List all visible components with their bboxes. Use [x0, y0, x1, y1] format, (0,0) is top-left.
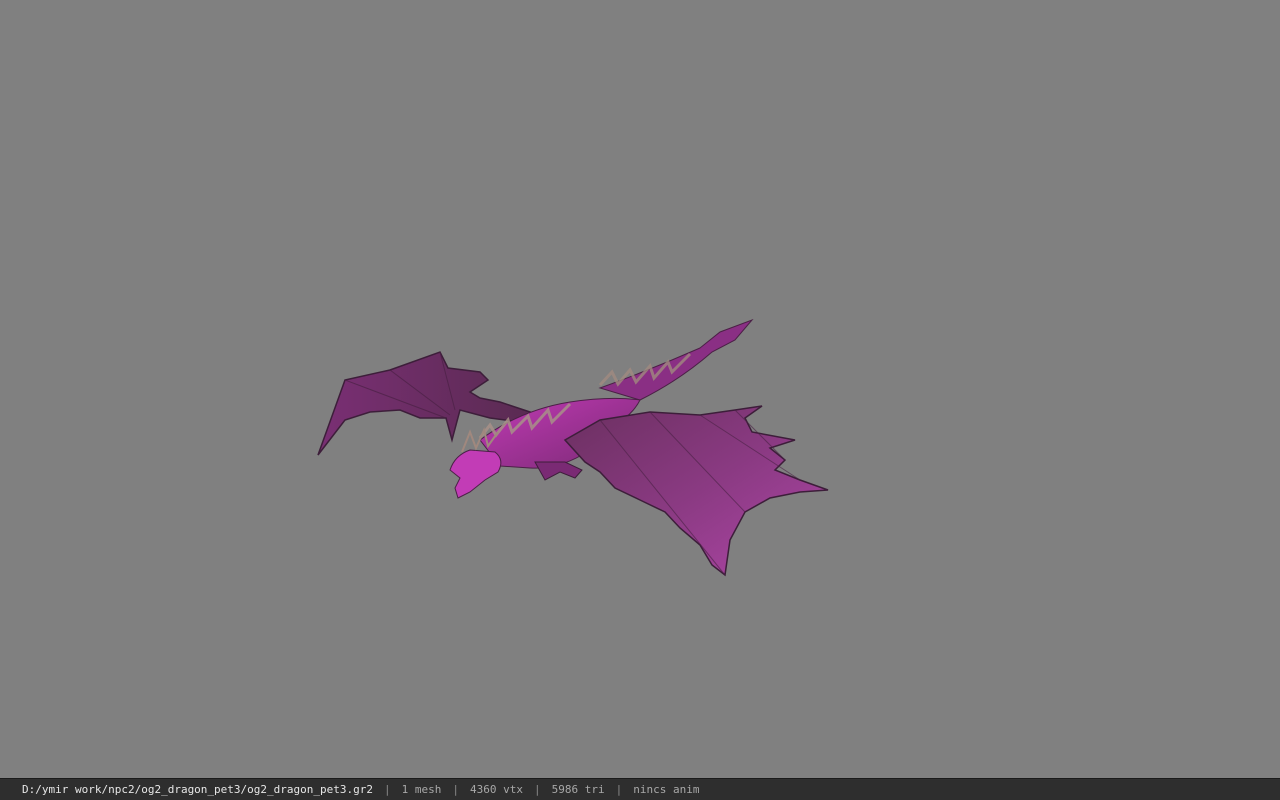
- file-path: D:/ymir work/npc2/og2_dragon_pet3/og2_dr…: [22, 783, 373, 796]
- 3d-viewport[interactable]: [0, 0, 1280, 778]
- vertex-count: 4360 vtx: [470, 783, 523, 796]
- separator: |: [533, 783, 541, 796]
- head: [449, 426, 502, 499]
- dragon-model: [317, 318, 829, 577]
- status-bar: D:/ymir work/npc2/og2_dragon_pet3/og2_dr…: [0, 778, 1280, 800]
- mesh-count: 1 mesh: [401, 783, 442, 796]
- near-wing: [563, 405, 829, 577]
- separator: |: [452, 783, 459, 796]
- tail: [598, 318, 754, 401]
- separator: |: [384, 783, 391, 796]
- triangle-count: 5986 tri: [551, 783, 605, 796]
- separator: |: [615, 783, 623, 796]
- animation-status: nincs anim: [633, 783, 700, 796]
